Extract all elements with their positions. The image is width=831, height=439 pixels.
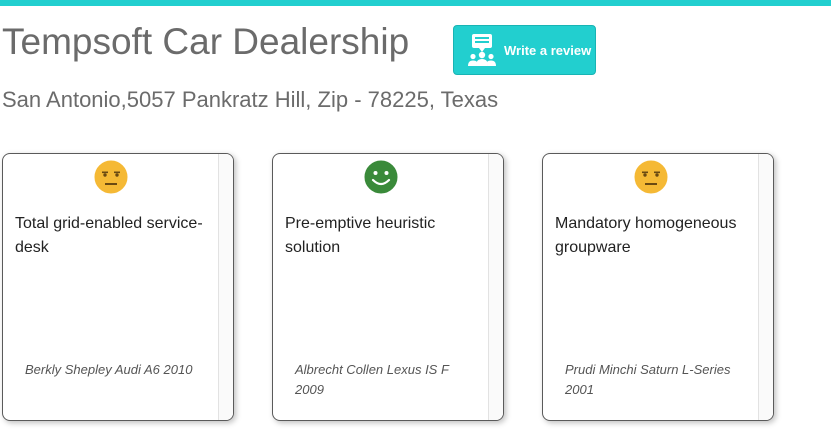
review-card[interactable]: Pre-emptive heuristic solution Albrecht …: [272, 153, 504, 421]
review-card[interactable]: Mandatory homogeneous groupware Prudi Mi…: [542, 153, 774, 421]
dealership-address: San Antonio,5057 Pankratz Hill, Zip - 78…: [2, 87, 499, 112]
card-scrollbar[interactable]: [758, 154, 773, 420]
top-accent-bar: [0, 0, 831, 6]
review-author-car: Berkly Shepley Audi A6 2010: [25, 362, 193, 377]
write-review-button[interactable]: Write a review: [453, 25, 596, 75]
page-title: Tempsoft Car Dealership: [2, 21, 410, 62]
neutral-face-icon: [92, 158, 130, 196]
card-scrollbar[interactable]: [488, 154, 503, 420]
review-card[interactable]: Total grid-enabled service-desk Berkly S…: [2, 153, 234, 421]
card-scrollbar[interactable]: [218, 154, 233, 420]
review-headline: Pre-emptive heuristic solution: [285, 215, 436, 256]
review-author-car: Albrecht Collen Lexus IS F 2009: [295, 362, 449, 397]
review-author-car: Prudi Minchi Saturn L-Series 2001: [565, 362, 731, 397]
write-review-label: Write a review: [504, 42, 592, 58]
happy-face-icon: [362, 158, 400, 196]
neutral-face-icon: [632, 158, 670, 196]
review-people-icon: [468, 34, 496, 66]
review-headline: Total grid-enabled service-desk: [15, 215, 203, 256]
review-headline: Mandatory homogeneous groupware: [555, 215, 737, 256]
